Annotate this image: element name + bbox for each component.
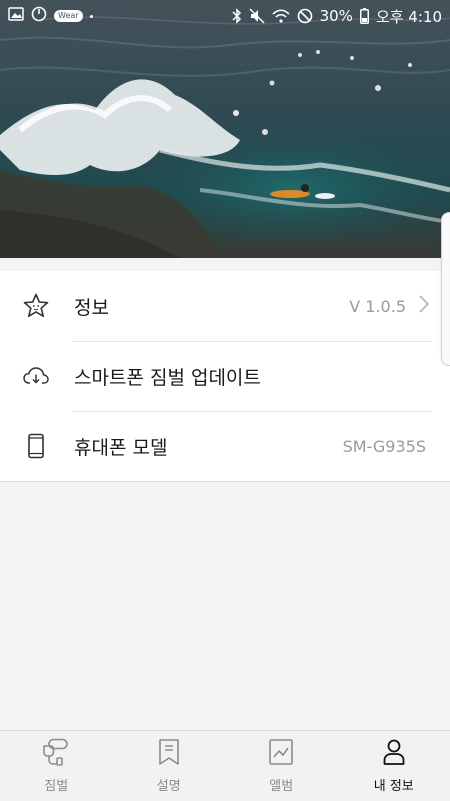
battery-icon [360,8,369,24]
nav-label: 앨범 [269,775,293,794]
album-icon [268,738,294,770]
nav-label: 설명 [157,775,181,794]
nav-tab-my-info[interactable]: 내 정보 [338,731,450,801]
nav-label: 내 정보 [374,775,414,794]
gimbal-icon [41,738,71,770]
nav-tab-gimbal[interactable]: 짐벌 [0,731,113,801]
menu-item-info[interactable]: 정보 V 1.0.5 [0,271,450,341]
hero-image [0,0,450,258]
nav-tab-album[interactable]: 앨범 [225,731,338,801]
menu-item-label: 휴대폰 모델 [74,433,343,460]
sync-notification-icon [31,6,47,26]
bookmark-icon [157,738,181,770]
mute-icon [249,8,265,24]
clock: 오후 4:10 [376,6,442,27]
nav-label: 짐벌 [44,775,68,794]
gallery-notification-icon [8,7,24,25]
status-bar: Wear 30% 오후 4:10 [0,0,450,32]
bottom-navigation: 짐벌 설명 앨범 내 정보 [0,730,450,801]
smartphone-icon [22,432,50,460]
notification-dot [90,15,93,18]
app-version: V 1.0.5 [349,297,406,316]
bluetooth-icon [232,8,242,24]
menu-item-phone-model[interactable]: 휴대폰 모델 SM-G935S [0,411,450,481]
nav-tab-guide[interactable]: 설명 [113,731,226,801]
wear-badge: Wear [54,10,83,22]
person-icon [382,738,406,770]
star-icon [22,292,50,320]
menu-item-label: 스마트폰 짐벌 업데이트 [74,363,432,390]
ocean-surf-illustration [0,0,450,258]
menu-item-label: 정보 [74,293,349,320]
chevron-right-icon [418,294,430,318]
edge-panel-handle[interactable] [441,212,450,366]
info-menu-card: 정보 V 1.0.5 스마트폰 짐벌 업데이트 휴대폰 모델 SM-G935S [0,271,450,482]
menu-item-gimbal-update[interactable]: 스마트폰 짐벌 업데이트 [0,341,450,411]
wifi-icon [272,9,290,23]
cloud-download-icon [22,362,50,390]
phone-model-value: SM-G935S [343,437,426,456]
do-not-disturb-icon [297,8,313,24]
battery-percent: 30% [320,7,353,25]
